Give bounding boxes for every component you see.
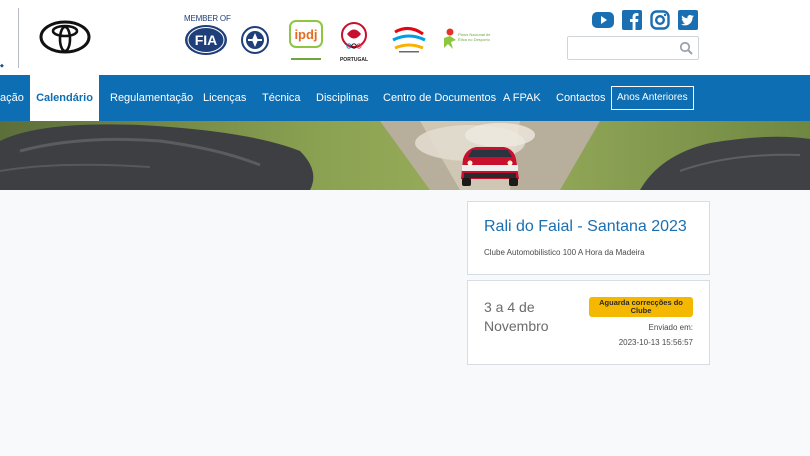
nav-item-tecnica[interactable]: Técnica bbox=[262, 75, 301, 121]
nav-item-contactos[interactable]: Contactos bbox=[556, 75, 606, 121]
nav-item-centro-documentos[interactable]: Centro de Documentos bbox=[383, 75, 496, 121]
event-status-card: 3 a 4 de Novembro Aguarda correcções do … bbox=[467, 280, 710, 365]
event-organizer: Clube Automobilistico 100 A Hora da Made… bbox=[484, 248, 645, 257]
nav-item-calendario[interactable]: Calendário bbox=[30, 75, 99, 121]
header-divider bbox=[18, 8, 19, 68]
partial-logo-fragment: ◆ bbox=[0, 63, 4, 69]
fia-member-label: MEMBER OF bbox=[184, 14, 231, 23]
status-badge: Aguarda correcções do Clube bbox=[589, 297, 693, 317]
nav-item-regulamentacao[interactable]: Regulamentação bbox=[110, 75, 193, 121]
plano-etica-logo[interactable]: Plano Nacional de Ética no Desporto bbox=[442, 28, 492, 54]
search-box[interactable] bbox=[567, 36, 699, 60]
ipdj-logo[interactable]: ipdj bbox=[289, 20, 323, 60]
rally-car-photo bbox=[0, 121, 810, 190]
instagram-icon[interactable] bbox=[650, 10, 670, 30]
sent-timestamp: 2023-10-13 15:56:57 bbox=[618, 338, 693, 347]
ipdj-subline bbox=[291, 58, 321, 60]
nav-item-partial[interactable]: ação bbox=[0, 75, 24, 121]
top-header: ◆ MEMBER OF FIA ipdj PORTUGAL Plano Naci… bbox=[0, 0, 810, 75]
nav-item-anos-anteriores[interactable]: Anos Anteriores bbox=[611, 86, 694, 110]
plano-text: Plano Nacional de Ética no Desporto bbox=[458, 32, 491, 42]
twitter-icon[interactable] bbox=[678, 10, 698, 30]
main-navigation: ação Calendário Regulamentação Licenças … bbox=[0, 75, 810, 121]
sent-label: Enviado em: bbox=[648, 323, 693, 332]
event-dates: 3 a 4 de Novembro bbox=[484, 299, 549, 334]
search-icon[interactable] bbox=[679, 41, 693, 55]
nav-item-fpak[interactable]: A FPAK bbox=[503, 75, 541, 121]
hero-banner-image bbox=[0, 121, 810, 190]
toyota-logo[interactable] bbox=[38, 18, 92, 56]
fia-logo[interactable]: MEMBER OF FIA bbox=[184, 14, 231, 56]
desporto-swoosh-logo[interactable] bbox=[391, 26, 427, 54]
ipdj-text: ipdj bbox=[294, 27, 317, 42]
fia-text: FIA bbox=[195, 32, 218, 48]
facebook-icon[interactable] bbox=[622, 10, 642, 30]
portugal-text: PORTUGAL bbox=[339, 57, 369, 63]
youtube-icon[interactable] bbox=[592, 10, 614, 30]
nav-item-licencas[interactable]: Licenças bbox=[203, 75, 246, 121]
event-info-card: Rali do Faial - Santana 2023 Clube Autom… bbox=[467, 201, 710, 275]
nav-item-disciplinas[interactable]: Disciplinas bbox=[316, 75, 369, 121]
event-title[interactable]: Rali do Faial - Santana 2023 bbox=[484, 218, 687, 236]
portugal-olympic-logo[interactable]: PORTUGAL bbox=[338, 22, 370, 63]
fpak-crest-logo[interactable] bbox=[241, 26, 269, 54]
search-input[interactable] bbox=[572, 40, 678, 56]
